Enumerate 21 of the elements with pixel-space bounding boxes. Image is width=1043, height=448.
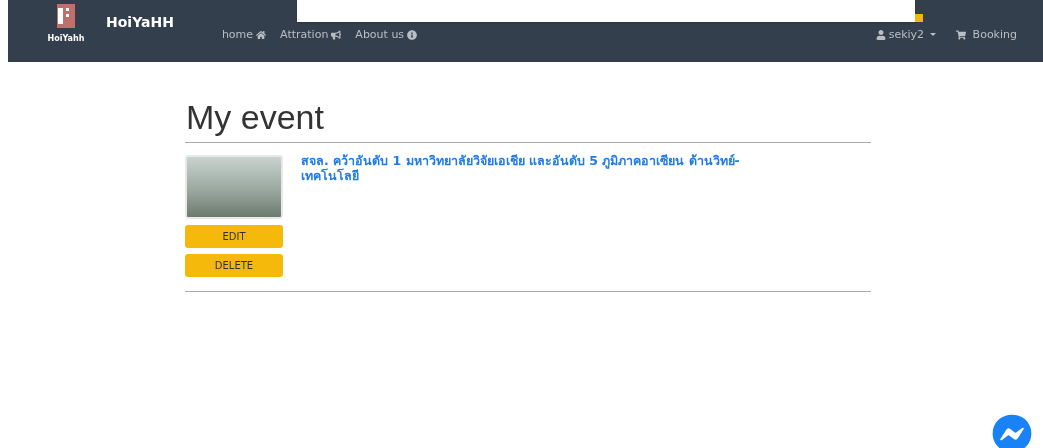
logo-caption: HoiYahh <box>47 34 85 43</box>
caret-icon <box>930 33 937 36</box>
nav-link[interactable]: home <box>221 28 267 41</box>
nav-link[interactable]: About us <box>355 28 418 41</box>
page-title: My event <box>186 97 325 138</box>
delete-button[interactable]: DELETE <box>185 254 283 277</box>
cart-icon <box>956 29 967 40</box>
logo-icon <box>55 2 77 30</box>
nav-link[interactable]: Attration <box>280 28 342 41</box>
user-icon <box>875 29 886 40</box>
info-icon <box>407 29 418 40</box>
event-link[interactable]: สจล. คว้าอันดับ 1 มหาวิทยาลัยวิจัยเอเชีย และอันดับ 5 ภูมิภาคอาเซียน ด้านวิทย์-เทคโนโลยี <box>301 153 751 277</box>
search-button[interactable] <box>915 14 923 22</box>
booking-link[interactable]: Booking <box>956 28 1017 41</box>
home-icon <box>256 29 267 40</box>
brand-name[interactable]: HoiYaHH <box>106 14 174 30</box>
megaphone-icon <box>331 29 342 40</box>
user-menu[interactable]: sekiy2 <box>875 28 937 41</box>
edit-button[interactable]: EDIT <box>185 225 283 248</box>
messenger-icon[interactable] <box>992 414 1032 448</box>
search-field[interactable] <box>297 0 915 22</box>
